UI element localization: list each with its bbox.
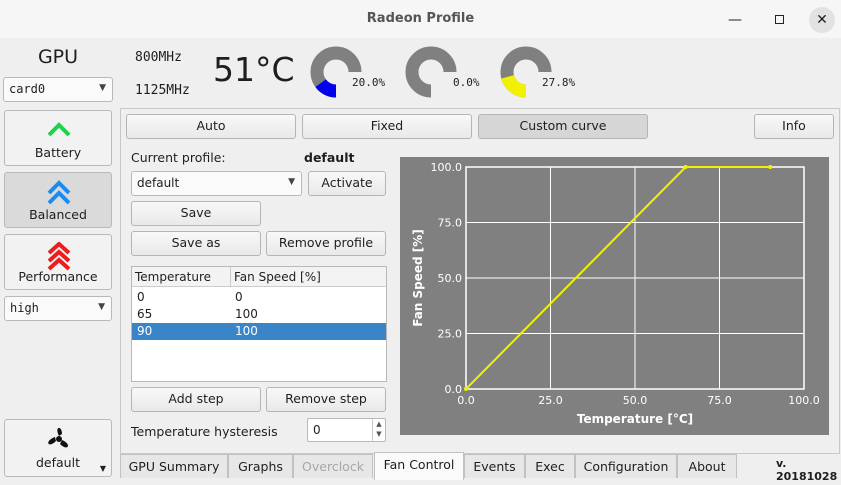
hysteresis-spinbox[interactable]: 0 ▲ ▼ (307, 418, 386, 442)
y-axis-label: Fan Speed [%] (411, 229, 425, 327)
title-bar: Radeon Profile — ✕ (0, 0, 841, 38)
custom-curve-button[interactable]: Custom curve (478, 114, 648, 139)
fan-speed-cell: 0 (235, 290, 243, 304)
temperature-cell: 65 (137, 307, 153, 321)
core-clock: 800MHz (135, 50, 182, 65)
gauge-1-label: 20.0% (352, 76, 386, 89)
fan-speed-cell: 100 (235, 324, 258, 338)
curve-table[interactable]: Temperature Fan Speed [%] 0 0 65 100 90 … (131, 266, 387, 382)
x-tick-label: 75.0 (707, 394, 732, 407)
fan-curve-point[interactable] (464, 387, 468, 391)
fan-curve-chart[interactable]: 0.0 25.0 50.0 75.0 100.00.025.050.075.0100.0… (400, 157, 829, 435)
triple-chevron-up-red-icon (47, 242, 71, 271)
chevron-down-icon: ▼ (99, 464, 106, 473)
y-tick-label: 100.0 (431, 161, 463, 174)
performance-profile-label: Performance (18, 269, 98, 284)
hysteresis-value: 0 (313, 423, 321, 437)
fan-curve-point[interactable] (683, 165, 688, 169)
y-tick-label: 75.0 (438, 217, 463, 230)
auto-mode-button[interactable]: Auto (126, 114, 296, 139)
tab-fan-control[interactable]: Fan Control (374, 452, 464, 480)
card-select-value: card0 (9, 82, 46, 96)
add-step-button[interactable]: Add step (131, 387, 261, 412)
double-chevron-up-blue-icon (47, 180, 71, 205)
balanced-profile-label: Balanced (29, 207, 87, 222)
save-button[interactable]: Save (131, 201, 261, 226)
fan-curve-chart-panel: 0.0 25.0 50.0 75.0 100.0 0.0 25.0 50.0 75.0 100.0… (400, 157, 829, 435)
battery-profile-label: Battery (34, 145, 82, 160)
temperature-cell: 0 (137, 290, 145, 304)
performance-profile-button[interactable]: Performance (4, 234, 112, 290)
y-tick-label: 25.0 (438, 328, 463, 341)
activate-button[interactable]: Activate (308, 171, 386, 196)
window-title: Radeon Profile (366, 11, 475, 26)
x-axis-label: Temperature [°C] (577, 412, 693, 426)
tab-about[interactable]: About (677, 454, 737, 478)
tab-events[interactable]: Events (464, 454, 525, 478)
temperature-cell: 90 (137, 324, 153, 338)
table-row[interactable]: 65 100 (132, 306, 386, 323)
tab-gpu-summary[interactable]: GPU Summary (120, 454, 228, 478)
x-tick-label: 100.0 (788, 394, 820, 407)
gauge-3-label: 27.8% (542, 76, 576, 89)
card-select[interactable]: card0 ▼ (3, 77, 113, 102)
power-level-value: high (10, 301, 39, 315)
gauge-2-label: 0.0% (453, 76, 480, 89)
minimize-icon[interactable]: — (722, 7, 748, 33)
fan-speed-cell: 100 (235, 307, 258, 321)
temperature-column-header: Temperature (135, 270, 212, 284)
fan-profile-button[interactable]: default ▼ (4, 419, 112, 477)
table-row-selected[interactable]: 90 100 (132, 323, 386, 340)
table-header: Temperature Fan Speed [%] (132, 267, 386, 287)
info-button[interactable]: Info (754, 114, 834, 139)
chevron-down-icon: ▼ (98, 302, 105, 312)
current-profile-value: default (304, 150, 355, 165)
fan-profile-label: default (36, 455, 80, 470)
spin-arrows-icon[interactable]: ▲ ▼ (372, 419, 385, 441)
remove-step-button[interactable]: Remove step (266, 387, 386, 412)
gauge-3 (500, 46, 552, 98)
fan-profile-select-value: default (137, 176, 180, 190)
balanced-profile-button[interactable]: Balanced (4, 172, 112, 228)
fan-profile-select[interactable]: default ▼ (131, 171, 302, 196)
chevron-down-icon: ▼ (99, 83, 106, 93)
gauge-value-arc (501, 74, 527, 98)
chevron-up-green-icon (47, 122, 71, 137)
gauge-track (405, 46, 457, 98)
tab-configuration[interactable]: Configuration (575, 454, 677, 478)
memory-clock: 1125MHz (135, 83, 190, 98)
tab-overclock: Overclock (293, 454, 373, 478)
save-as-button[interactable]: Save as (131, 231, 261, 256)
hysteresis-label: Temperature hysteresis (131, 424, 278, 439)
y-tick-label: 0.0 (445, 383, 463, 396)
power-level-select[interactable]: high ▼ (4, 296, 112, 321)
fan-speed-column-header: Fan Speed [%] (234, 270, 321, 284)
fan-curve-point[interactable] (768, 165, 773, 169)
remove-profile-button[interactable]: Remove profile (266, 231, 386, 256)
version-label: v. 20181028 (776, 457, 838, 483)
y-tick-label: 50.0 (438, 272, 463, 285)
tab-exec[interactable]: Exec (525, 454, 575, 478)
x-tick-label: 50.0 (623, 394, 648, 407)
close-icon[interactable]: ✕ (809, 7, 835, 33)
gauge-value-arc (315, 78, 337, 98)
fixed-mode-button[interactable]: Fixed (302, 114, 472, 139)
x-tick-label: 25.0 (538, 394, 563, 407)
gpu-label: GPU (37, 46, 79, 68)
gauge-2 (405, 46, 457, 98)
fan-icon (48, 427, 68, 448)
gpu-temperature: 51°C (213, 50, 295, 89)
chevron-down-icon: ▼ (288, 177, 295, 187)
tab-graphs[interactable]: Graphs (228, 454, 293, 478)
maximize-icon[interactable] (766, 7, 792, 33)
current-profile-label: Current profile: (131, 150, 226, 165)
battery-profile-button[interactable]: Battery (4, 110, 112, 166)
gauge-1 (310, 46, 362, 98)
table-row[interactable]: 0 0 (132, 289, 386, 306)
